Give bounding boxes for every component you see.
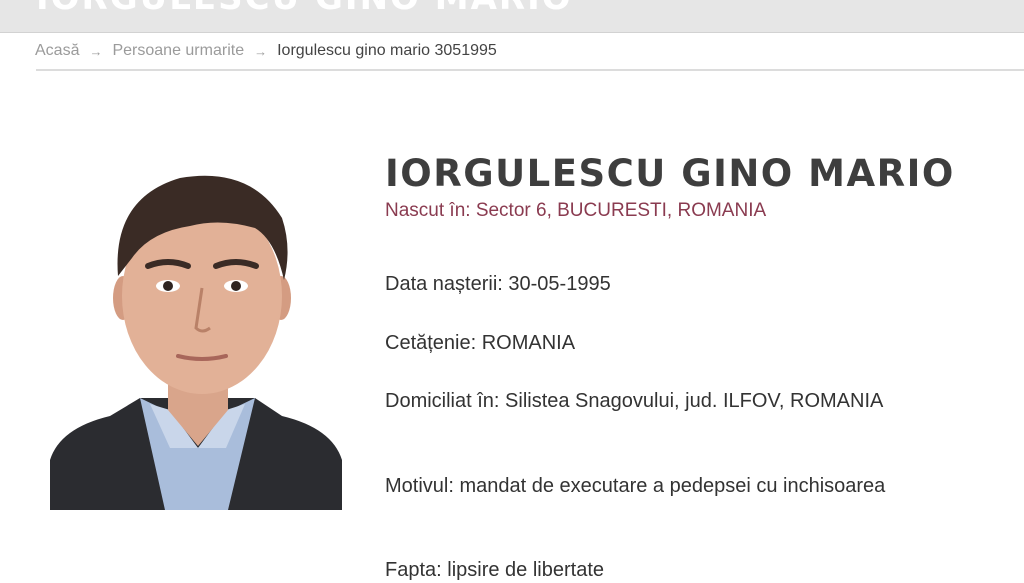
breadcrumb-current: Iorgulescu gino mario 3051995 [277, 42, 497, 59]
arrow-right-icon: → [89, 43, 103, 59]
breadcrumb-home-link[interactable]: Acasă [35, 42, 79, 60]
citizenship: Cetățenie: ROMANIA [385, 332, 576, 354]
breadcrumb-section-link[interactable]: Persoane urmarite [112, 42, 244, 60]
breadcrumb: Acasă → Persoane urmarite → Iorgulescu g… [35, 42, 497, 60]
birthplace: Nascut în: Sector 6, BUCURESTI, ROMANIA [385, 200, 767, 221]
person-photo [50, 148, 342, 510]
header-title: IORGULESCU GINO MARIO [36, 0, 573, 18]
arrow-right-icon: → [254, 43, 268, 59]
person-name: IORGULESCU GINO MARIO [385, 152, 955, 195]
divider [36, 69, 1024, 71]
residence: Domiciliat în: Silistea Snagovului, jud.… [385, 390, 884, 412]
reason: Motivul: mandat de executare a pedepsei … [385, 475, 886, 497]
offense: Fapta: lipsire de libertate [385, 559, 605, 581]
birth-date: Data nașterii: 30-05-1995 [385, 273, 611, 295]
header-bar: IORGULESCU GINO MARIO [0, 0, 1024, 33]
